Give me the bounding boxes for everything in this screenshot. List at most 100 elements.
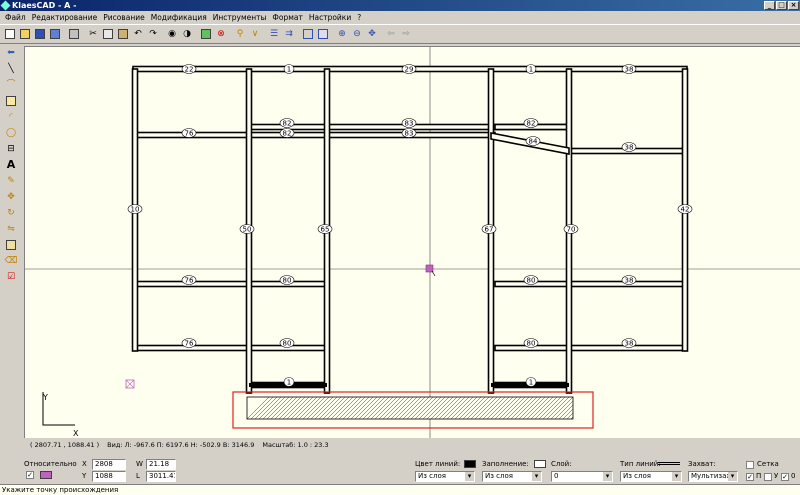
profile-label: 84: [529, 138, 538, 146]
pan-icon[interactable]: ✥: [365, 27, 379, 41]
redo-icon[interactable]: ↷: [146, 27, 160, 41]
fill-select[interactable]: Из слоя: [482, 471, 542, 482]
mirror-icon[interactable]: ⇋: [3, 222, 19, 236]
line-color-select[interactable]: Из слоя: [415, 471, 475, 482]
horizontal-profile[interactable]: [132, 280, 330, 288]
relative-checkbox[interactable]: ✓: [26, 471, 34, 479]
layers-icon[interactable]: ◑: [180, 27, 194, 41]
flag-0-checkbox[interactable]: ✓: [781, 473, 789, 481]
polyline-icon[interactable]: ⌒: [3, 78, 19, 92]
profile-label: 10: [131, 206, 140, 214]
horizontal-profile[interactable]: [494, 344, 688, 352]
arrow-right-icon[interactable]: ⇨: [399, 27, 413, 41]
rotate-icon[interactable]: ↻: [3, 206, 19, 220]
profile-label: 76: [185, 340, 194, 348]
main-toolbar: ✂ ↶ ↷ ◉ ◑ ⊗ ⚲ ∨ ☰ ⇉ ⊕ ⊖ ✥ ⇦ ⇨: [0, 24, 800, 44]
arrow-left-icon[interactable]: ⇦: [384, 27, 398, 41]
hatch-line: [583, 397, 605, 419]
origin-marker[interactable]: [425, 264, 434, 273]
maximize-button[interactable]: □: [776, 1, 787, 10]
cursor-icon: [431, 270, 436, 277]
menu-tools[interactable]: Инструменты: [210, 11, 270, 24]
zoom-window-icon[interactable]: [301, 27, 315, 41]
arc-icon[interactable]: ◜: [3, 110, 19, 124]
refresh-icon[interactable]: [199, 27, 213, 41]
cut-icon[interactable]: ✂: [86, 27, 100, 41]
hatch-line: [579, 397, 601, 419]
title-bar: KlaesCAD - A - _ □ ×: [0, 0, 800, 11]
horizontal-profile[interactable]: [494, 280, 688, 288]
edit-icon[interactable]: ✎: [3, 174, 19, 188]
x-label: X: [82, 460, 87, 468]
width-input[interactable]: 21.18: [146, 459, 176, 470]
flag-p-label: П: [756, 472, 762, 480]
menu-modify[interactable]: Модификация: [148, 11, 210, 24]
horizontal-profile[interactable]: [132, 131, 330, 139]
l-label: L: [136, 472, 140, 480]
save-icon[interactable]: [33, 27, 47, 41]
fill-label: Заполнение:: [482, 460, 529, 468]
menu-draw[interactable]: Рисование: [100, 11, 148, 24]
copy-icon[interactable]: [101, 27, 115, 41]
x-coordinate-input[interactable]: 2808: [92, 459, 126, 470]
eye-icon[interactable]: ◉: [165, 27, 179, 41]
zoom-in-icon[interactable]: ⊕: [335, 27, 349, 41]
drawing-canvas[interactable]: 22 1 29 1 38 82 83 82 76 82 83 84 38 10 50 65 67 70 42 76 80…: [24, 46, 800, 438]
dimension-icon[interactable]: ⊟: [3, 142, 19, 156]
y-coordinate-input[interactable]: 1088: [92, 471, 126, 482]
view-extents: Вид: Л: -967.6 П: 6197.6 Н: -502.9 В: 31…: [107, 441, 255, 449]
delete-icon[interactable]: ⌫: [3, 254, 19, 268]
properties-icon[interactable]: ☑: [3, 270, 19, 284]
paste-icon[interactable]: [116, 27, 130, 41]
profile-label: 67: [485, 226, 494, 234]
text-icon[interactable]: A: [3, 158, 19, 172]
undo-icon[interactable]: ↶: [131, 27, 145, 41]
menu-settings[interactable]: Настройки: [306, 11, 354, 24]
profile-label: 22: [185, 66, 194, 74]
flag-p-checkbox[interactable]: ✓: [746, 473, 754, 481]
copy-obj-icon[interactable]: [3, 238, 19, 252]
horizontal-profile[interactable]: [132, 344, 330, 352]
open-icon[interactable]: [18, 27, 32, 41]
grid-label: Сетка: [757, 460, 779, 468]
save-all-icon[interactable]: [48, 27, 62, 41]
relative-pick-icon[interactable]: [40, 471, 52, 479]
zoom-out-icon[interactable]: ⊖: [350, 27, 364, 41]
zoom-extents-icon[interactable]: [316, 27, 330, 41]
hatch-line: [570, 416, 573, 419]
capture-select[interactable]: Мультизахв: [688, 471, 738, 482]
menu-edit[interactable]: Редактирование: [29, 11, 100, 24]
move-icon[interactable]: ✥: [3, 190, 19, 204]
profile-label: 83: [405, 130, 414, 138]
pointer-icon[interactable]: ⬅: [3, 46, 19, 60]
line-type-select[interactable]: Из слоя: [620, 471, 682, 482]
close-button[interactable]: ×: [788, 1, 799, 10]
y-label: Y: [82, 472, 87, 480]
profile-label: 80: [527, 277, 536, 285]
profile-label: 82: [527, 120, 536, 128]
snap-icon[interactable]: ⚲: [233, 27, 247, 41]
new-icon[interactable]: [3, 27, 17, 41]
length-input[interactable]: 3011.41: [146, 471, 176, 482]
flag-u-checkbox[interactable]: [764, 473, 772, 481]
menu-file[interactable]: Файл: [2, 11, 29, 24]
layer-select[interactable]: 0: [551, 471, 613, 482]
line-icon[interactable]: ╲: [3, 62, 19, 76]
menu-format[interactable]: Формат: [269, 11, 305, 24]
hatch-area: [246, 396, 605, 420]
minimize-button[interactable]: _: [764, 1, 775, 10]
rectangle-icon[interactable]: [3, 94, 19, 108]
circle-icon[interactable]: ◯: [3, 126, 19, 140]
menu-help[interactable]: ?: [354, 11, 364, 24]
fill-swatch: [534, 460, 546, 468]
distribute-icon[interactable]: ⇉: [282, 27, 296, 41]
cad-drawing[interactable]: 22 1 29 1 38 82 83 82 76 82 83 84 38 10 50 65 67 70 42 76 80…: [25, 47, 800, 438]
print-icon[interactable]: [67, 27, 81, 41]
hatch-icon[interactable]: ∨: [248, 27, 262, 41]
status-line: ( 2807.71 , 1088.41 ) Вид: Л: -967.6 П: …: [24, 438, 800, 452]
window-controls: _ □ ×: [764, 1, 799, 10]
grid-checkbox[interactable]: [746, 461, 754, 469]
stop-icon[interactable]: ⊗: [214, 27, 228, 41]
scale-readout: Масштаб: 1.0 : 23.3: [262, 441, 329, 449]
align-icon[interactable]: ☰: [267, 27, 281, 41]
